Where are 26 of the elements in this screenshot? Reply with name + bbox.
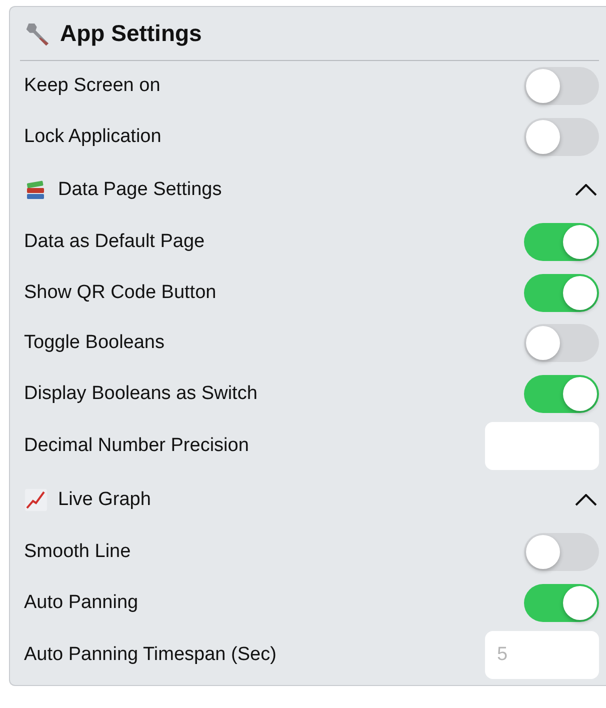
- setting-label: Toggle Booleans: [24, 332, 166, 354]
- setting-label: Lock Application: [24, 126, 162, 148]
- toggle-switch[interactable]: [524, 67, 599, 106]
- section-title: Data Page Settings: [58, 178, 223, 200]
- chevron-icon[interactable]: [575, 494, 597, 506]
- panel-title: App Settings: [60, 20, 202, 47]
- setting-label: Smooth Line: [24, 541, 132, 564]
- toggle-switch[interactable]: [524, 274, 599, 312]
- setting-label: Decimal Number Precision: [24, 434, 250, 456]
- toggle-switch[interactable]: [524, 118, 599, 156]
- toggle-switch[interactable]: [524, 223, 599, 262]
- section-title: Live Graph: [58, 488, 152, 510]
- toggle-switch[interactable]: [524, 374, 599, 413]
- setting-label: Display Booleans as Switch: [24, 382, 258, 405]
- chart-icon: [24, 488, 48, 512]
- setting-label: Data as Default Page: [24, 231, 206, 254]
- toggle-switch[interactable]: [524, 533, 599, 572]
- toggle-switch[interactable]: [524, 324, 599, 362]
- setting-label: Auto Panning Timespan (Sec): [24, 644, 278, 666]
- number-field[interactable]: [485, 422, 599, 470]
- setting-label: Auto Panning: [24, 592, 140, 614]
- number-field[interactable]: 5: [485, 630, 599, 678]
- setting-label: Show QR Code Button: [24, 282, 218, 304]
- toggle-switch[interactable]: [524, 584, 599, 622]
- setting-label: Keep Screen on: [24, 75, 162, 98]
- chevron-icon[interactable]: [575, 184, 597, 196]
